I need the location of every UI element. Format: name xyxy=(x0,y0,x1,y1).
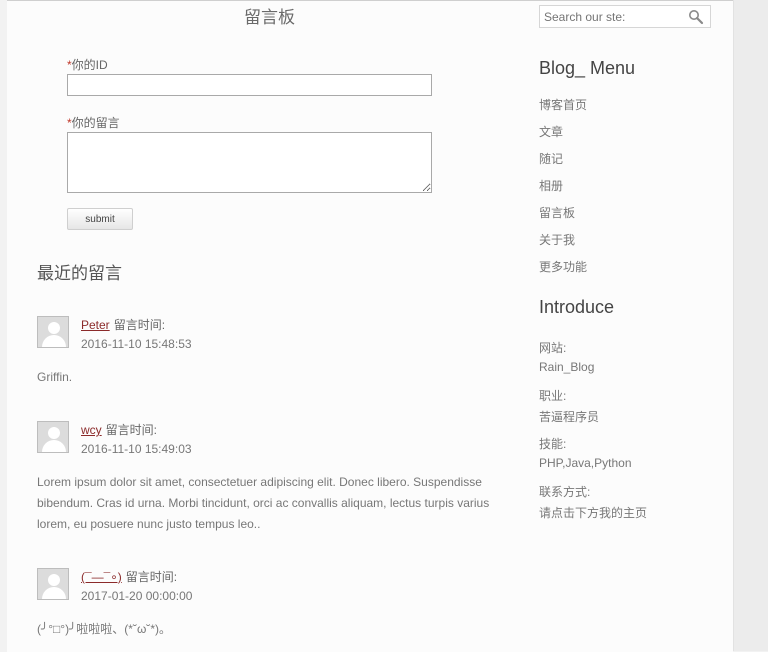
comment-timestamp: 2016-11-10 15:49:03 xyxy=(81,442,192,456)
menu-item-notes[interactable]: 随记 xyxy=(539,150,587,177)
comment-meta: (¯—¯∘) 留言时间: xyxy=(81,568,177,585)
comment-timestamp: 2016-11-10 15:48:53 xyxy=(81,337,192,351)
avatar xyxy=(37,421,69,453)
intro-label-job: 职业: xyxy=(539,389,567,403)
comment-author-link[interactable]: (¯—¯∘) xyxy=(81,570,122,584)
recent-comments-title: 最近的留言 xyxy=(37,264,122,284)
comment-author-link[interactable]: wcy xyxy=(81,423,102,437)
intro-label-website: 网站: xyxy=(539,341,567,355)
message-field-label: *你的留言 xyxy=(67,116,120,130)
search-icon[interactable] xyxy=(688,9,704,25)
submit-button[interactable]: submit xyxy=(67,208,133,230)
menu-item-home[interactable]: 博客首页 xyxy=(539,96,587,123)
comment-time-label: 留言时间: xyxy=(105,423,158,437)
menu-item-more[interactable]: 更多功能 xyxy=(539,258,587,285)
id-field-label: *你的ID xyxy=(67,58,108,72)
intro-value-skills: PHP,Java,Python xyxy=(539,456,632,470)
intro-value-job: 苦逼程序员 xyxy=(539,410,600,424)
blog-menu: 博客首页 文章 随记 相册 留言板 关于我 更多功能 xyxy=(539,96,587,285)
comment-text: Griffin. xyxy=(37,370,73,384)
introduce-title: Introduce xyxy=(539,297,615,317)
intro-label-skills: 技能: xyxy=(539,437,567,451)
intro-label-contact: 联系方式: xyxy=(539,485,591,499)
id-input[interactable] xyxy=(67,74,432,96)
menu-item-about[interactable]: 关于我 xyxy=(539,231,587,258)
menu-item-guestbook[interactable]: 留言板 xyxy=(539,204,587,231)
comment-meta: Peter 留言时间: xyxy=(81,316,165,333)
comment-text: (╯°□°)╯啦啦啦、(*˘ω˘*)。 xyxy=(37,622,171,636)
search-box xyxy=(539,5,711,28)
intro-value-contact: 请点击下方我的主页 xyxy=(539,506,648,520)
comment-text: Lorem ipsum dolor sit amet, consectetuer… xyxy=(37,475,490,531)
message-textarea[interactable] xyxy=(67,132,432,193)
menu-item-album[interactable]: 相册 xyxy=(539,177,587,204)
avatar xyxy=(37,568,69,600)
comment-timestamp: 2017-01-20 00:00:00 xyxy=(81,589,193,603)
page-title: 留言板 xyxy=(244,8,295,28)
blog-menu-title: Blog_ Menu xyxy=(539,58,636,78)
page-margin xyxy=(733,0,768,651)
menu-item-articles[interactable]: 文章 xyxy=(539,123,587,150)
intro-value-website: Rain_Blog xyxy=(539,360,595,374)
comment-author-link[interactable]: Peter xyxy=(81,318,110,332)
page: 留言板 *你的ID *你的留言 submit 最近的留言 Peter 留言时间: … xyxy=(7,0,733,652)
avatar xyxy=(37,316,69,348)
search-input[interactable] xyxy=(540,6,684,27)
comment-time-label: 留言时间: xyxy=(113,318,166,332)
comment-meta: wcy 留言时间: xyxy=(81,421,157,438)
comment-time-label: 留言时间: xyxy=(125,570,178,584)
